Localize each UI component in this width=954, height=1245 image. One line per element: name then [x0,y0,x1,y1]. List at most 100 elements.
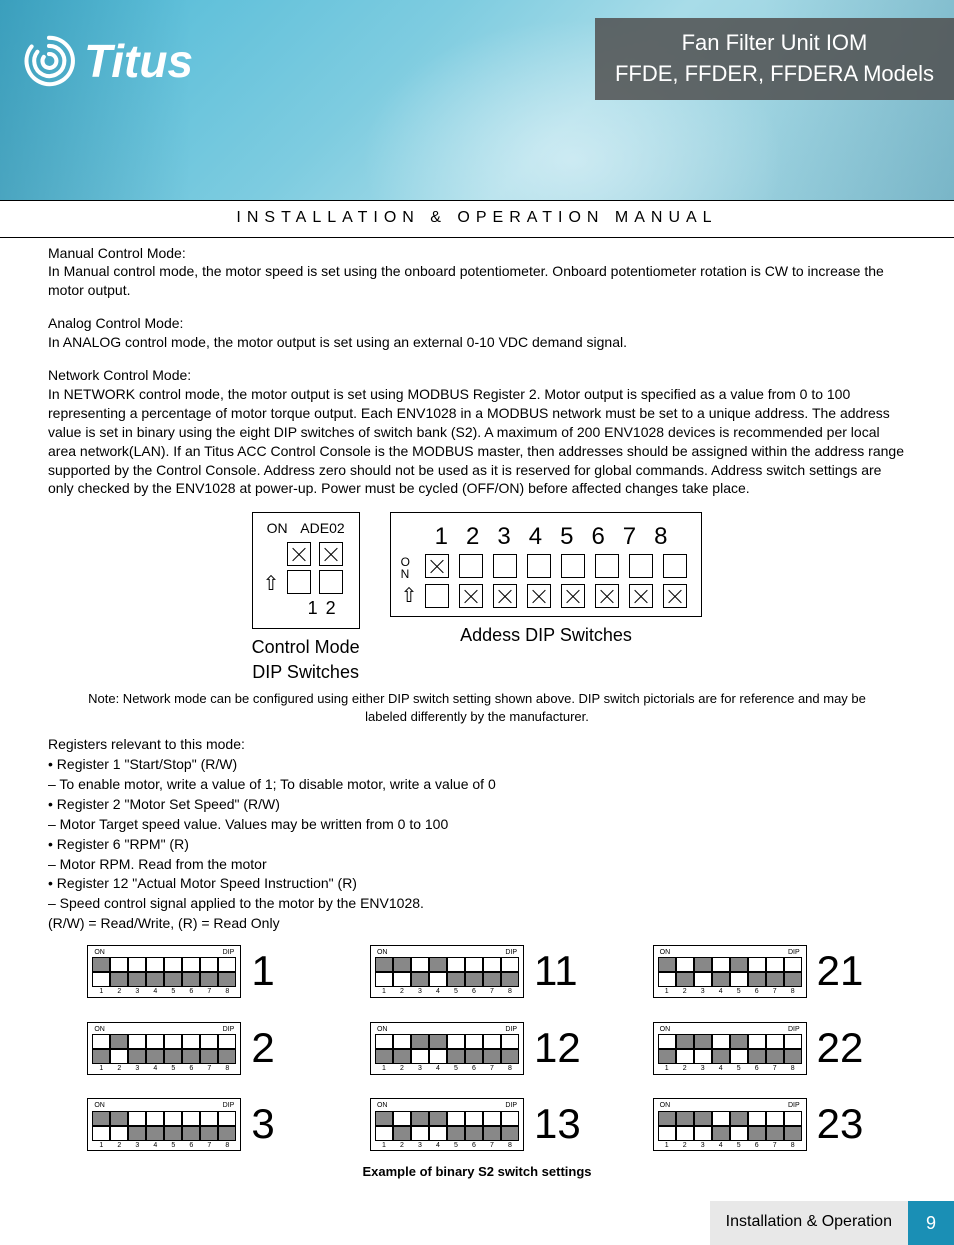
addr-col-num: 6 [591,521,604,553]
mini-switch [411,1126,429,1141]
mini-switch [712,972,730,987]
mini-switch [164,972,182,987]
mini-switch [182,1111,200,1126]
mini-switch [200,972,218,987]
dip-switch [319,570,343,594]
mini-switch [501,1049,519,1064]
mini-switch [712,1111,730,1126]
mini-switch [447,957,465,972]
dip-switch [663,584,687,608]
mini-col-num: 6 [465,1064,483,1073]
mini-col-num: 5 [730,1141,748,1150]
mini-col-num: 5 [164,1064,182,1073]
mini-col-num: 3 [694,1141,712,1150]
mini-switch [164,1126,182,1141]
mini-switch [146,1126,164,1141]
dip-label: DIP [505,1101,517,1110]
on-label: ON [94,1101,105,1110]
mini-dip-diagram: ONDIP12345678 [370,945,524,998]
mini-col-num: 5 [447,987,465,996]
mini-switch [110,1126,128,1141]
hero-banner: Titus Fan Filter Unit IOM FFDE, FFDER, F… [0,0,954,200]
analog-mode-text: In ANALOG control mode, the motor output… [48,333,906,352]
switch-example: ONDIP123456782 [68,1020,321,1077]
mini-col-num: 4 [429,1141,447,1150]
switch-example-number: 11 [534,943,584,1000]
mini-col-num: 2 [110,1064,128,1073]
mini-dip-diagram: ONDIP12345678 [87,1022,241,1075]
mini-col-num: 2 [393,1141,411,1150]
mini-switch [465,1111,483,1126]
mini-switch [375,972,393,987]
mini-col-num: 1 [375,987,393,996]
mini-switch [766,1034,784,1049]
mini-col-num: 6 [748,1141,766,1150]
mini-dip-diagram: ONDIP12345678 [653,1022,807,1075]
addr-col-num: 8 [654,521,667,553]
mini-switch [658,1126,676,1141]
mini-switch [676,1034,694,1049]
mini-switch [375,1111,393,1126]
mini-col-num: 2 [393,1064,411,1073]
doc-title-line2: FFDE, FFDER, FFDERA Models [615,59,934,90]
mini-switch [110,1111,128,1126]
mini-switch [429,1111,447,1126]
dip-label: DIP [505,1025,517,1034]
mini-col-num: 3 [128,1141,146,1150]
mini-col-num: 5 [164,1141,182,1150]
mini-switch [393,1034,411,1049]
mini-switch [658,957,676,972]
mini-col-num: 2 [393,987,411,996]
mini-switch [784,957,802,972]
mini-switch [164,1034,182,1049]
mini-switch [393,1126,411,1141]
dip-switch [595,584,619,608]
mini-switch [483,972,501,987]
mini-switch [730,1111,748,1126]
mini-switch [784,1034,802,1049]
mini-col-num: 8 [501,1064,519,1073]
switch-example: ONDIP1234567822 [633,1020,886,1077]
divider [0,200,954,201]
mini-switch [128,972,146,987]
mini-switch [676,1111,694,1126]
switch-example: ONDIP1234567813 [351,1096,604,1153]
mini-col-num: 4 [712,1064,730,1073]
mini-col-num: 7 [483,1141,501,1150]
mini-switch [393,1111,411,1126]
arrow-up-icon: ⇧ [263,574,280,594]
mini-switch [483,1126,501,1141]
mini-switch [501,972,519,987]
mini-col-num: 4 [429,987,447,996]
dip-switch [493,584,517,608]
mini-switch [748,957,766,972]
mini-dip-diagram: ONDIP12345678 [87,945,241,998]
manual-mode-text: In Manual control mode, the motor speed … [48,262,906,300]
mini-switch [182,1126,200,1141]
dip-num: 1 [308,596,318,620]
mini-switch [92,1126,110,1141]
dip-switch [527,584,551,608]
mini-col-num: 6 [182,987,200,996]
mini-switch [501,957,519,972]
mini-switch [676,1126,694,1141]
footer-text: Installation & Operation [710,1201,908,1245]
mini-switch [128,1034,146,1049]
mini-col-num: 8 [218,987,236,996]
mini-switch [694,1126,712,1141]
mini-switch [447,1111,465,1126]
mini-switch [128,1126,146,1141]
mini-col-num: 8 [784,1141,802,1150]
mini-col-num: 7 [200,1141,218,1150]
dip-switch [629,584,653,608]
mini-col-num: 7 [200,1064,218,1073]
control-dip-caption2: DIP Switches [252,660,360,684]
on-label: ON [94,948,105,957]
mini-col-num: 8 [218,1141,236,1150]
mini-col-num: 1 [375,1141,393,1150]
mini-switch [447,1126,465,1141]
control-dip-caption1: Control Mode [252,635,360,659]
mini-switch [200,1049,218,1064]
network-mode-label: Network Control Mode: [48,366,906,385]
ade-label: ADE02 [300,519,344,538]
